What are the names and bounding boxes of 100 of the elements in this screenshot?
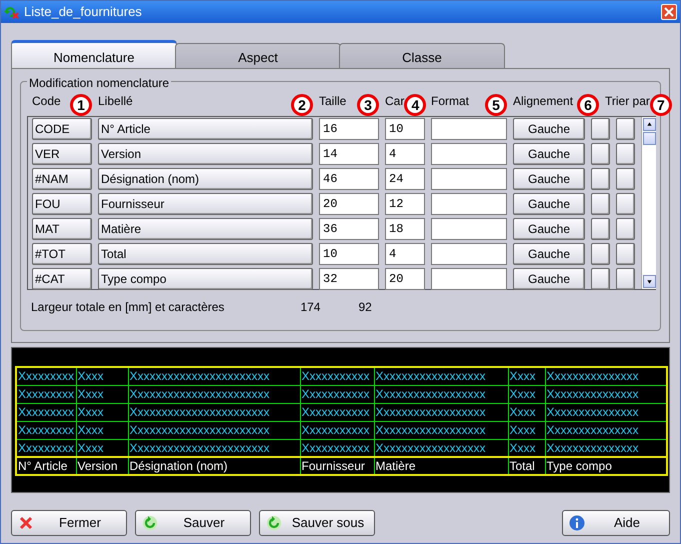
chars-field[interactable]: 10 xyxy=(385,118,425,140)
size-field[interactable]: 14 xyxy=(319,143,379,165)
window-button[interactable]: Fermer xyxy=(11,510,127,536)
preview-cell: Xxxx xyxy=(76,367,128,385)
preview-cell: Xxxx xyxy=(508,439,545,457)
total-chars: 92 xyxy=(358,299,372,316)
code-button[interactable]: FOU xyxy=(32,193,92,215)
preview-cell: Xxxx xyxy=(508,421,545,439)
sort-checkbox[interactable] xyxy=(591,118,610,140)
column-header: Trier par xyxy=(605,93,650,110)
chars-field[interactable]: 4 xyxy=(385,143,425,165)
size-field[interactable]: 16 xyxy=(319,118,379,140)
code-button[interactable]: #TOT xyxy=(32,243,92,265)
scroll-down-button[interactable] xyxy=(643,275,656,288)
preview-cell: Xxxxxxxxxxxxxxxxxxxxxxx xyxy=(128,421,300,439)
sort-checkbox[interactable] xyxy=(591,218,610,240)
totals-label: Largeur totale en [mm] et caractères xyxy=(31,299,224,316)
label-button[interactable]: Matière xyxy=(98,218,313,240)
tab[interactable]: Nomenclature xyxy=(11,40,177,68)
sort-checkbox[interactable] xyxy=(591,168,610,190)
label-button[interactable]: Version xyxy=(98,143,313,165)
format-field[interactable] xyxy=(431,218,507,240)
sort-checkbox[interactable] xyxy=(616,193,635,215)
preview-header: Type compo xyxy=(545,457,667,475)
code-button[interactable]: MAT xyxy=(32,218,92,240)
align-button[interactable]: Gauche xyxy=(513,168,585,190)
window-button[interactable]: Aide xyxy=(562,510,670,536)
chars-field[interactable]: 12 xyxy=(385,193,425,215)
chars-field[interactable]: 24 xyxy=(385,168,425,190)
preview-cell: Xxxxxxxxx xyxy=(16,403,76,421)
scroll-thumb[interactable] xyxy=(643,132,656,145)
tab[interactable]: Classe xyxy=(339,43,505,68)
preview-cell: Xxxx xyxy=(76,439,128,457)
code-button[interactable]: #NAM xyxy=(32,168,92,190)
size-field[interactable]: 10 xyxy=(319,243,379,265)
sort-checkbox[interactable] xyxy=(616,268,635,290)
tab[interactable]: Aspect xyxy=(175,43,341,68)
size-field[interactable]: 46 xyxy=(319,168,379,190)
preview-header: Désignation (nom) xyxy=(128,457,300,475)
sort-checkbox[interactable] xyxy=(616,243,635,265)
sort-checkbox[interactable] xyxy=(616,168,635,190)
preview-cell: Xxxxxxxxxxxxxxxxxx xyxy=(374,385,508,403)
column-header: Alignement xyxy=(513,93,574,110)
preview-header: N° Article xyxy=(16,457,76,475)
preview-cell: Xxxx xyxy=(508,367,545,385)
align-button[interactable]: Gauche xyxy=(513,143,585,165)
preview-cell: Xxxxxxxxxxx xyxy=(300,421,374,439)
sort-checkbox[interactable] xyxy=(591,193,610,215)
align-button[interactable]: Gauche xyxy=(513,118,585,140)
preview-cell: Xxxxxxxxxxx xyxy=(300,439,374,457)
window-button[interactable]: Sauver sous xyxy=(259,510,375,536)
total-size: 174 xyxy=(300,299,320,316)
format-field[interactable] xyxy=(431,118,507,140)
align-button[interactable]: Gauche xyxy=(513,268,585,290)
preview-cell: Xxxxxxxxxxxxxxxxxxxxxxx xyxy=(128,367,300,385)
window-button[interactable]: Sauver xyxy=(135,510,251,536)
size-field[interactable]: 20 xyxy=(319,193,379,215)
sort-checkbox[interactable] xyxy=(616,143,635,165)
label-button[interactable]: N° Article xyxy=(98,118,313,140)
sort-checkbox[interactable] xyxy=(591,143,610,165)
column-header: Libellé xyxy=(98,93,133,110)
format-field[interactable] xyxy=(431,168,507,190)
size-field[interactable]: 32 xyxy=(319,268,379,290)
preview-cell: Xxxxxxxxx xyxy=(16,439,76,457)
sort-checkbox[interactable] xyxy=(591,243,610,265)
align-button[interactable]: Gauche xyxy=(513,218,585,240)
sort-checkbox[interactable] xyxy=(616,118,635,140)
preview-cell: Xxxxxxxxxxxxxxxxxxxxxxx xyxy=(128,385,300,403)
label-button[interactable]: Total xyxy=(98,243,313,265)
chars-field[interactable]: 20 xyxy=(385,268,425,290)
preview-cell: Xxxxxxxxxxxxxxxxxx xyxy=(374,367,508,385)
align-button[interactable]: Gauche xyxy=(513,193,585,215)
scrollbar[interactable] xyxy=(641,117,656,289)
label-button[interactable]: Type compo xyxy=(98,268,313,290)
column-header: Car xyxy=(385,93,404,110)
preview-header: Version xyxy=(76,457,128,475)
format-field[interactable] xyxy=(431,243,507,265)
scroll-up-button[interactable] xyxy=(643,118,656,131)
sort-checkbox[interactable] xyxy=(591,268,610,290)
format-field[interactable] xyxy=(431,193,507,215)
label-button[interactable]: Fournisseur xyxy=(98,193,313,215)
size-field[interactable]: 36 xyxy=(319,218,379,240)
code-button[interactable]: VER xyxy=(32,143,92,165)
preview-cell: Xxxxxxxxxxxxxxxxxx xyxy=(374,439,508,457)
sort-checkbox[interactable] xyxy=(616,218,635,240)
code-button[interactable]: #CAT xyxy=(32,268,92,290)
chars-field[interactable]: 4 xyxy=(385,243,425,265)
number-marker: 3 xyxy=(357,94,379,116)
format-field[interactable] xyxy=(431,143,507,165)
number-marker: 2 xyxy=(291,94,313,116)
preview-cell: Xxxxxxxxx xyxy=(16,367,76,385)
code-button[interactable]: CODE xyxy=(32,118,92,140)
preview-header: Total xyxy=(508,457,545,475)
format-field[interactable] xyxy=(431,268,507,290)
preview-cell: Xxxxxxxxxxxxxxxxxx xyxy=(374,403,508,421)
align-button[interactable]: Gauche xyxy=(513,243,585,265)
label-button[interactable]: Désignation (nom) xyxy=(98,168,313,190)
chars-field[interactable]: 18 xyxy=(385,218,425,240)
preview-cell: Xxxx xyxy=(76,421,128,439)
close-button[interactable] xyxy=(661,4,677,20)
